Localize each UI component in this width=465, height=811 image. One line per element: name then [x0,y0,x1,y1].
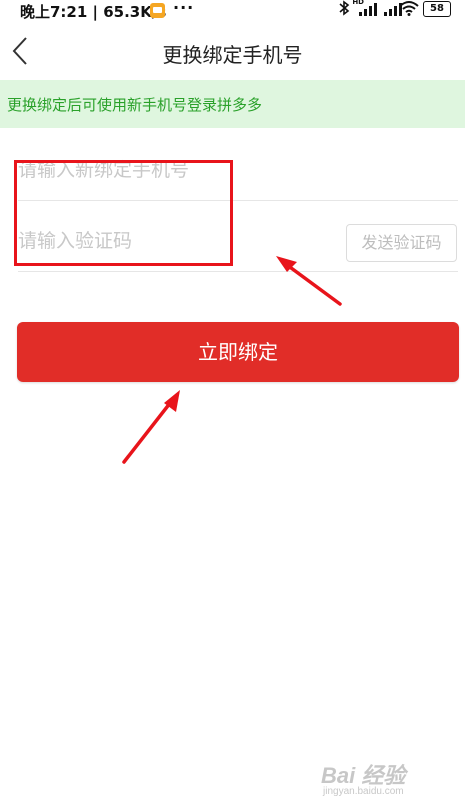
more-notifications-icon: ··· [173,0,195,17]
send-code-button[interactable]: 发送验证码 [346,224,457,262]
notification-icon [150,3,165,18]
bluetooth-icon [338,0,350,20]
page-title: 更换绑定手机号 [162,43,303,67]
battery-icon: 58 [423,1,451,17]
notice-text: 更换绑定后可使用新手机号登录拼多多 [7,96,263,114]
status-bar: 晚上7:21 | 65.3K/s ··· HD 58 [0,0,465,22]
annotation-arrow-2 [122,390,180,464]
notice-banner: 更换绑定后可使用新手机号登录拼多多 [0,80,465,128]
signal-strength-icon-1 [359,2,379,16]
nav-bar: 更换绑定手机号 [0,22,465,80]
wifi-icon [399,0,419,16]
watermark-url: jingyan.baidu.com [323,786,404,797]
annotation-highlight-box [14,160,233,266]
status-time-speed: 晚上7:21 | 65.3K/s [20,3,167,21]
bind-now-button[interactable]: 立即绑定 [17,322,459,382]
baidu-watermark: Bai 经验 jingyan.baidu.com [321,758,441,804]
